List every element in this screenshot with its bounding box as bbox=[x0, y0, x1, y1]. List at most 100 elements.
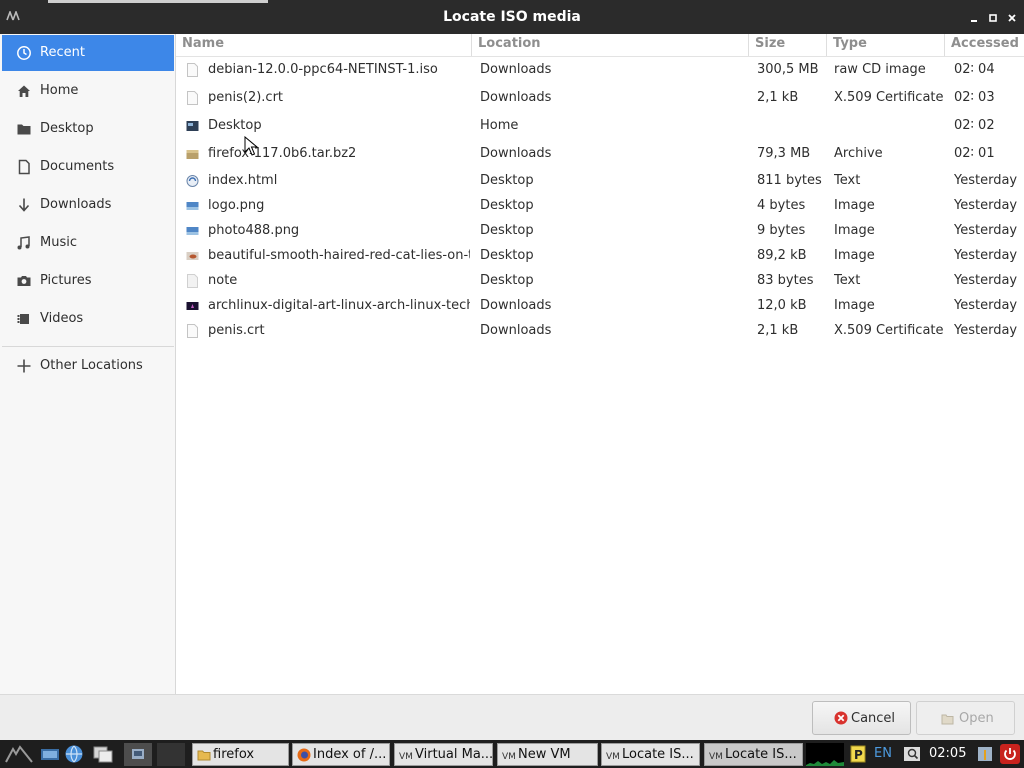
sidebar-item-label: Videos bbox=[40, 311, 84, 326]
file-name: photo488.png bbox=[208, 223, 300, 238]
file-accessed: Yesterday bbox=[954, 298, 1018, 313]
table-row[interactable]: archlinux-digital-art-linux-arch-linux-t… bbox=[176, 294, 1024, 319]
file-location: Desktop bbox=[480, 198, 534, 213]
file-size: 79,3 MB bbox=[757, 146, 811, 161]
sidebar-item-pictures[interactable]: Pictures bbox=[2, 263, 174, 299]
virtualbox-icon: VM bbox=[709, 752, 723, 762]
maximize-icon[interactable] bbox=[987, 12, 999, 24]
table-row[interactable]: logo.png Desktop 4 bytes Image Yesterday bbox=[176, 194, 1024, 219]
taskbar-task-index[interactable]: Index of /... bbox=[292, 743, 390, 766]
svg-text:VM: VM bbox=[399, 752, 413, 762]
sidebar-item-label: Home bbox=[40, 83, 79, 98]
taskbar-task-label: Locate IS... bbox=[622, 747, 694, 762]
clock-icon bbox=[17, 46, 31, 60]
column-header-accessed[interactable]: Accessed bbox=[945, 34, 1024, 56]
file-accessed: Yesterday bbox=[954, 198, 1018, 213]
cancel-icon bbox=[834, 711, 848, 725]
column-header-label: Accessed bbox=[951, 36, 1019, 51]
file-type: Image bbox=[834, 248, 875, 263]
file-manager-launcher-icon[interactable] bbox=[92, 745, 114, 763]
document-icon bbox=[18, 159, 30, 175]
table-row[interactable]: debian-12.0.0-ppc64-NETINST-1.iso Downlo… bbox=[176, 58, 1024, 83]
clipboard-icon[interactable]: P bbox=[850, 745, 866, 763]
virtualbox-icon: VM bbox=[606, 752, 620, 762]
file-location: Downloads bbox=[480, 90, 552, 105]
column-header-label: Size bbox=[755, 36, 786, 51]
sidebar-item-desktop[interactable]: Desktop bbox=[2, 111, 174, 147]
power-icon[interactable] bbox=[1000, 744, 1020, 764]
window-titlebar[interactable]: Locate ISO media bbox=[0, 0, 1024, 34]
start-menu-icon[interactable] bbox=[4, 745, 34, 763]
html-file-icon bbox=[186, 175, 199, 187]
places-sidebar: Recent Home Desktop Documents Downloads … bbox=[0, 34, 176, 694]
taskbar-task-locate-iso-1[interactable]: VM Locate IS... bbox=[601, 743, 700, 766]
folder-icon bbox=[197, 750, 211, 761]
taskbar-task-new-vm[interactable]: VM New VM bbox=[497, 743, 598, 766]
sidebar-item-recent[interactable]: Recent bbox=[2, 35, 174, 71]
column-header-name[interactable]: Name bbox=[176, 34, 472, 56]
show-desktop-icon[interactable] bbox=[40, 746, 60, 762]
desktop-pager[interactable] bbox=[124, 743, 152, 766]
search-icon[interactable] bbox=[903, 745, 921, 763]
table-row[interactable]: firefox-117.0b6.tar.bz2 Downloads 79,3 M… bbox=[176, 142, 1024, 167]
cancel-button[interactable]: Cancel bbox=[812, 701, 911, 735]
table-row[interactable]: penis.crt Downloads 2,1 kB X.509 Certifi… bbox=[176, 319, 1024, 344]
column-header-type[interactable]: Type bbox=[827, 34, 945, 56]
column-header-label: Type bbox=[833, 36, 867, 51]
file-type: raw CD image bbox=[834, 62, 926, 77]
file-accessed: Yesterday bbox=[954, 173, 1018, 188]
table-row[interactable]: index.html Desktop 811 bytes Text Yester… bbox=[176, 169, 1024, 194]
taskbar-task-locate-iso-2[interactable]: VM Locate IS... bbox=[704, 743, 803, 766]
file-list[interactable]: Name Location Size Type Accessed debian-… bbox=[176, 34, 1024, 694]
svg-text:VM: VM bbox=[709, 752, 723, 762]
svg-text:VM: VM bbox=[606, 752, 620, 762]
virtualbox-icon: VM bbox=[399, 752, 413, 762]
file-location: Desktop bbox=[480, 173, 534, 188]
desktop-pager-empty[interactable] bbox=[157, 743, 185, 766]
column-header-size[interactable]: Size bbox=[749, 34, 827, 56]
file-accessed: Yesterday bbox=[954, 273, 1018, 288]
volume-icon[interactable] bbox=[976, 745, 994, 763]
file-name: penis.crt bbox=[208, 323, 265, 338]
sidebar-item-label: Recent bbox=[40, 45, 85, 60]
taskbar-task-virtual-machine[interactable]: VM Virtual Ma... bbox=[394, 743, 493, 766]
cpu-monitor-icon[interactable] bbox=[806, 743, 844, 766]
table-row[interactable]: penis(2).crt Downloads 2,1 kB X.509 Cert… bbox=[176, 86, 1024, 111]
virtualbox-icon bbox=[132, 749, 144, 759]
sidebar-item-home[interactable]: Home bbox=[2, 73, 174, 109]
file-size: 83 bytes bbox=[757, 273, 814, 288]
table-row[interactable]: Desktop Home 02∶ 02 bbox=[176, 114, 1024, 139]
open-button-label: Open bbox=[959, 711, 994, 726]
minimize-icon[interactable] bbox=[968, 12, 980, 24]
file-accessed: 02∶ 02 bbox=[954, 118, 995, 133]
table-row[interactable]: note Desktop 83 bytes Text Yesterday bbox=[176, 269, 1024, 294]
web-browser-launcher-icon[interactable] bbox=[64, 744, 84, 764]
close-icon[interactable] bbox=[1006, 12, 1018, 24]
sidebar-item-other-locations[interactable]: Other Locations bbox=[2, 348, 174, 384]
file-name: index.html bbox=[208, 173, 278, 188]
taskbar-task-label: New VM bbox=[518, 747, 571, 762]
open-button[interactable]: Open bbox=[916, 701, 1015, 735]
file-name: beautiful-smooth-haired-red-cat-lies-on-… bbox=[208, 248, 470, 263]
film-icon bbox=[17, 314, 29, 324]
sidebar-item-documents[interactable]: Documents bbox=[2, 149, 174, 185]
file-location: Downloads bbox=[480, 298, 552, 313]
home-icon bbox=[18, 85, 30, 97]
sidebar-item-videos[interactable]: Videos bbox=[2, 301, 174, 337]
dialog-action-area: Cancel Open bbox=[0, 694, 1024, 740]
sidebar-item-music[interactable]: Music bbox=[2, 225, 174, 261]
sidebar-item-label: Desktop bbox=[40, 121, 94, 136]
sidebar-item-downloads[interactable]: Downloads bbox=[2, 187, 174, 223]
taskbar-task-firefox-folder[interactable]: firefox bbox=[192, 743, 289, 766]
clock[interactable]: 02:05 bbox=[929, 746, 966, 761]
file-icon bbox=[187, 274, 198, 288]
desktop-folder-icon bbox=[186, 121, 199, 131]
column-header-label: Location bbox=[478, 36, 541, 51]
taskbar-task-label: Index of /... bbox=[313, 747, 387, 762]
keyboard-layout-indicator[interactable]: EN bbox=[874, 746, 892, 761]
window-title: Locate ISO media bbox=[443, 9, 581, 25]
column-header-location[interactable]: Location bbox=[472, 34, 749, 56]
table-row[interactable]: photo488.png Desktop 9 bytes Image Yeste… bbox=[176, 219, 1024, 244]
table-row[interactable]: beautiful-smooth-haired-red-cat-lies-on-… bbox=[176, 244, 1024, 269]
taskbar-task-label: firefox bbox=[213, 747, 255, 762]
